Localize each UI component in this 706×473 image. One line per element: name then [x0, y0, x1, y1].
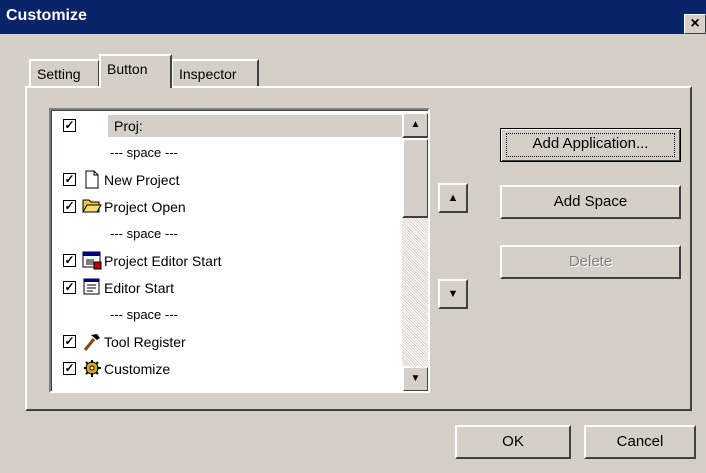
list-item[interactable]: ✓ Editor Start [52, 276, 402, 302]
list-item-label: Project Editor Start [104, 253, 222, 269]
checkbox[interactable]: ✓ [63, 173, 76, 186]
checkbox[interactable]: ✓ [63, 200, 76, 213]
focus-rectangle [506, 133, 675, 157]
list-item[interactable]: ✓ Proj: [52, 114, 403, 140]
add-application-button[interactable]: Add Application... [500, 128, 681, 162]
list-item[interactable]: --- space --- [52, 141, 402, 167]
scroll-down-icon[interactable]: ▼ [402, 366, 428, 391]
window-app-icon [82, 251, 102, 271]
delete-button[interactable]: Delete [500, 245, 681, 279]
tab-setting[interactable]: Setting [29, 59, 100, 87]
button-list[interactable]: ✓ Proj: --- space --- ✓ New Project ✓ Pr… [49, 108, 430, 393]
close-icon[interactable]: × [684, 14, 706, 34]
list-item-label: Project Open [104, 199, 186, 215]
scroll-thumb[interactable] [402, 138, 428, 218]
folder-open-icon [82, 197, 102, 217]
hammer-icon [82, 332, 102, 352]
checkbox[interactable]: ✓ [63, 281, 76, 294]
tab-inspector[interactable]: Inspector [171, 59, 259, 87]
checkbox[interactable]: ✓ [63, 254, 76, 267]
list-item-label: --- space --- [110, 226, 178, 241]
cancel-button[interactable]: Cancel [584, 425, 696, 459]
move-down-button[interactable]: ▼ [438, 279, 468, 309]
tab-button[interactable]: Button [99, 54, 172, 88]
list-scrollbar[interactable]: ▲ ▼ [402, 112, 428, 391]
list-item[interactable]: --- space --- [52, 303, 402, 329]
checkbox[interactable]: ✓ [63, 362, 76, 375]
checkbox[interactable]: ✓ [63, 119, 76, 132]
title-bar[interactable]: Customize [0, 0, 706, 34]
list-item-label: Tool Register [104, 334, 186, 350]
add-space-button[interactable]: Add Space [500, 185, 681, 219]
list-item[interactable]: ✓ Customize [52, 357, 402, 383]
ok-button[interactable]: OK [455, 425, 571, 459]
list-item-label: --- space --- [110, 145, 178, 160]
list-item[interactable]: ✓ Project Open [52, 195, 402, 221]
list-item-label: --- space --- [110, 307, 178, 322]
window-title: Customize [6, 7, 87, 24]
document-icon [82, 170, 102, 190]
scroll-up-icon[interactable]: ▲ [402, 112, 428, 138]
list-item[interactable]: ✓ New Project [52, 168, 402, 194]
gear-icon [82, 359, 102, 379]
editor-icon [82, 278, 102, 298]
list-item-label: Editor Start [104, 280, 175, 296]
customize-dialog: Customize × Setting Button Inspector ✓ P… [0, 0, 706, 473]
selected-highlight: Proj: [108, 115, 403, 137]
list-item-label: Proj: [114, 118, 143, 134]
list-item[interactable]: --- space --- [52, 222, 402, 248]
list-item[interactable]: ✓ Tool Register [52, 330, 402, 356]
checkbox[interactable]: ✓ [63, 335, 76, 348]
move-up-button[interactable]: ▲ [438, 183, 468, 213]
list-item-label: New Project [104, 172, 180, 188]
list-item-label: Customize [104, 361, 171, 377]
list-item[interactable]: ✓ Project Editor Start [52, 249, 402, 275]
